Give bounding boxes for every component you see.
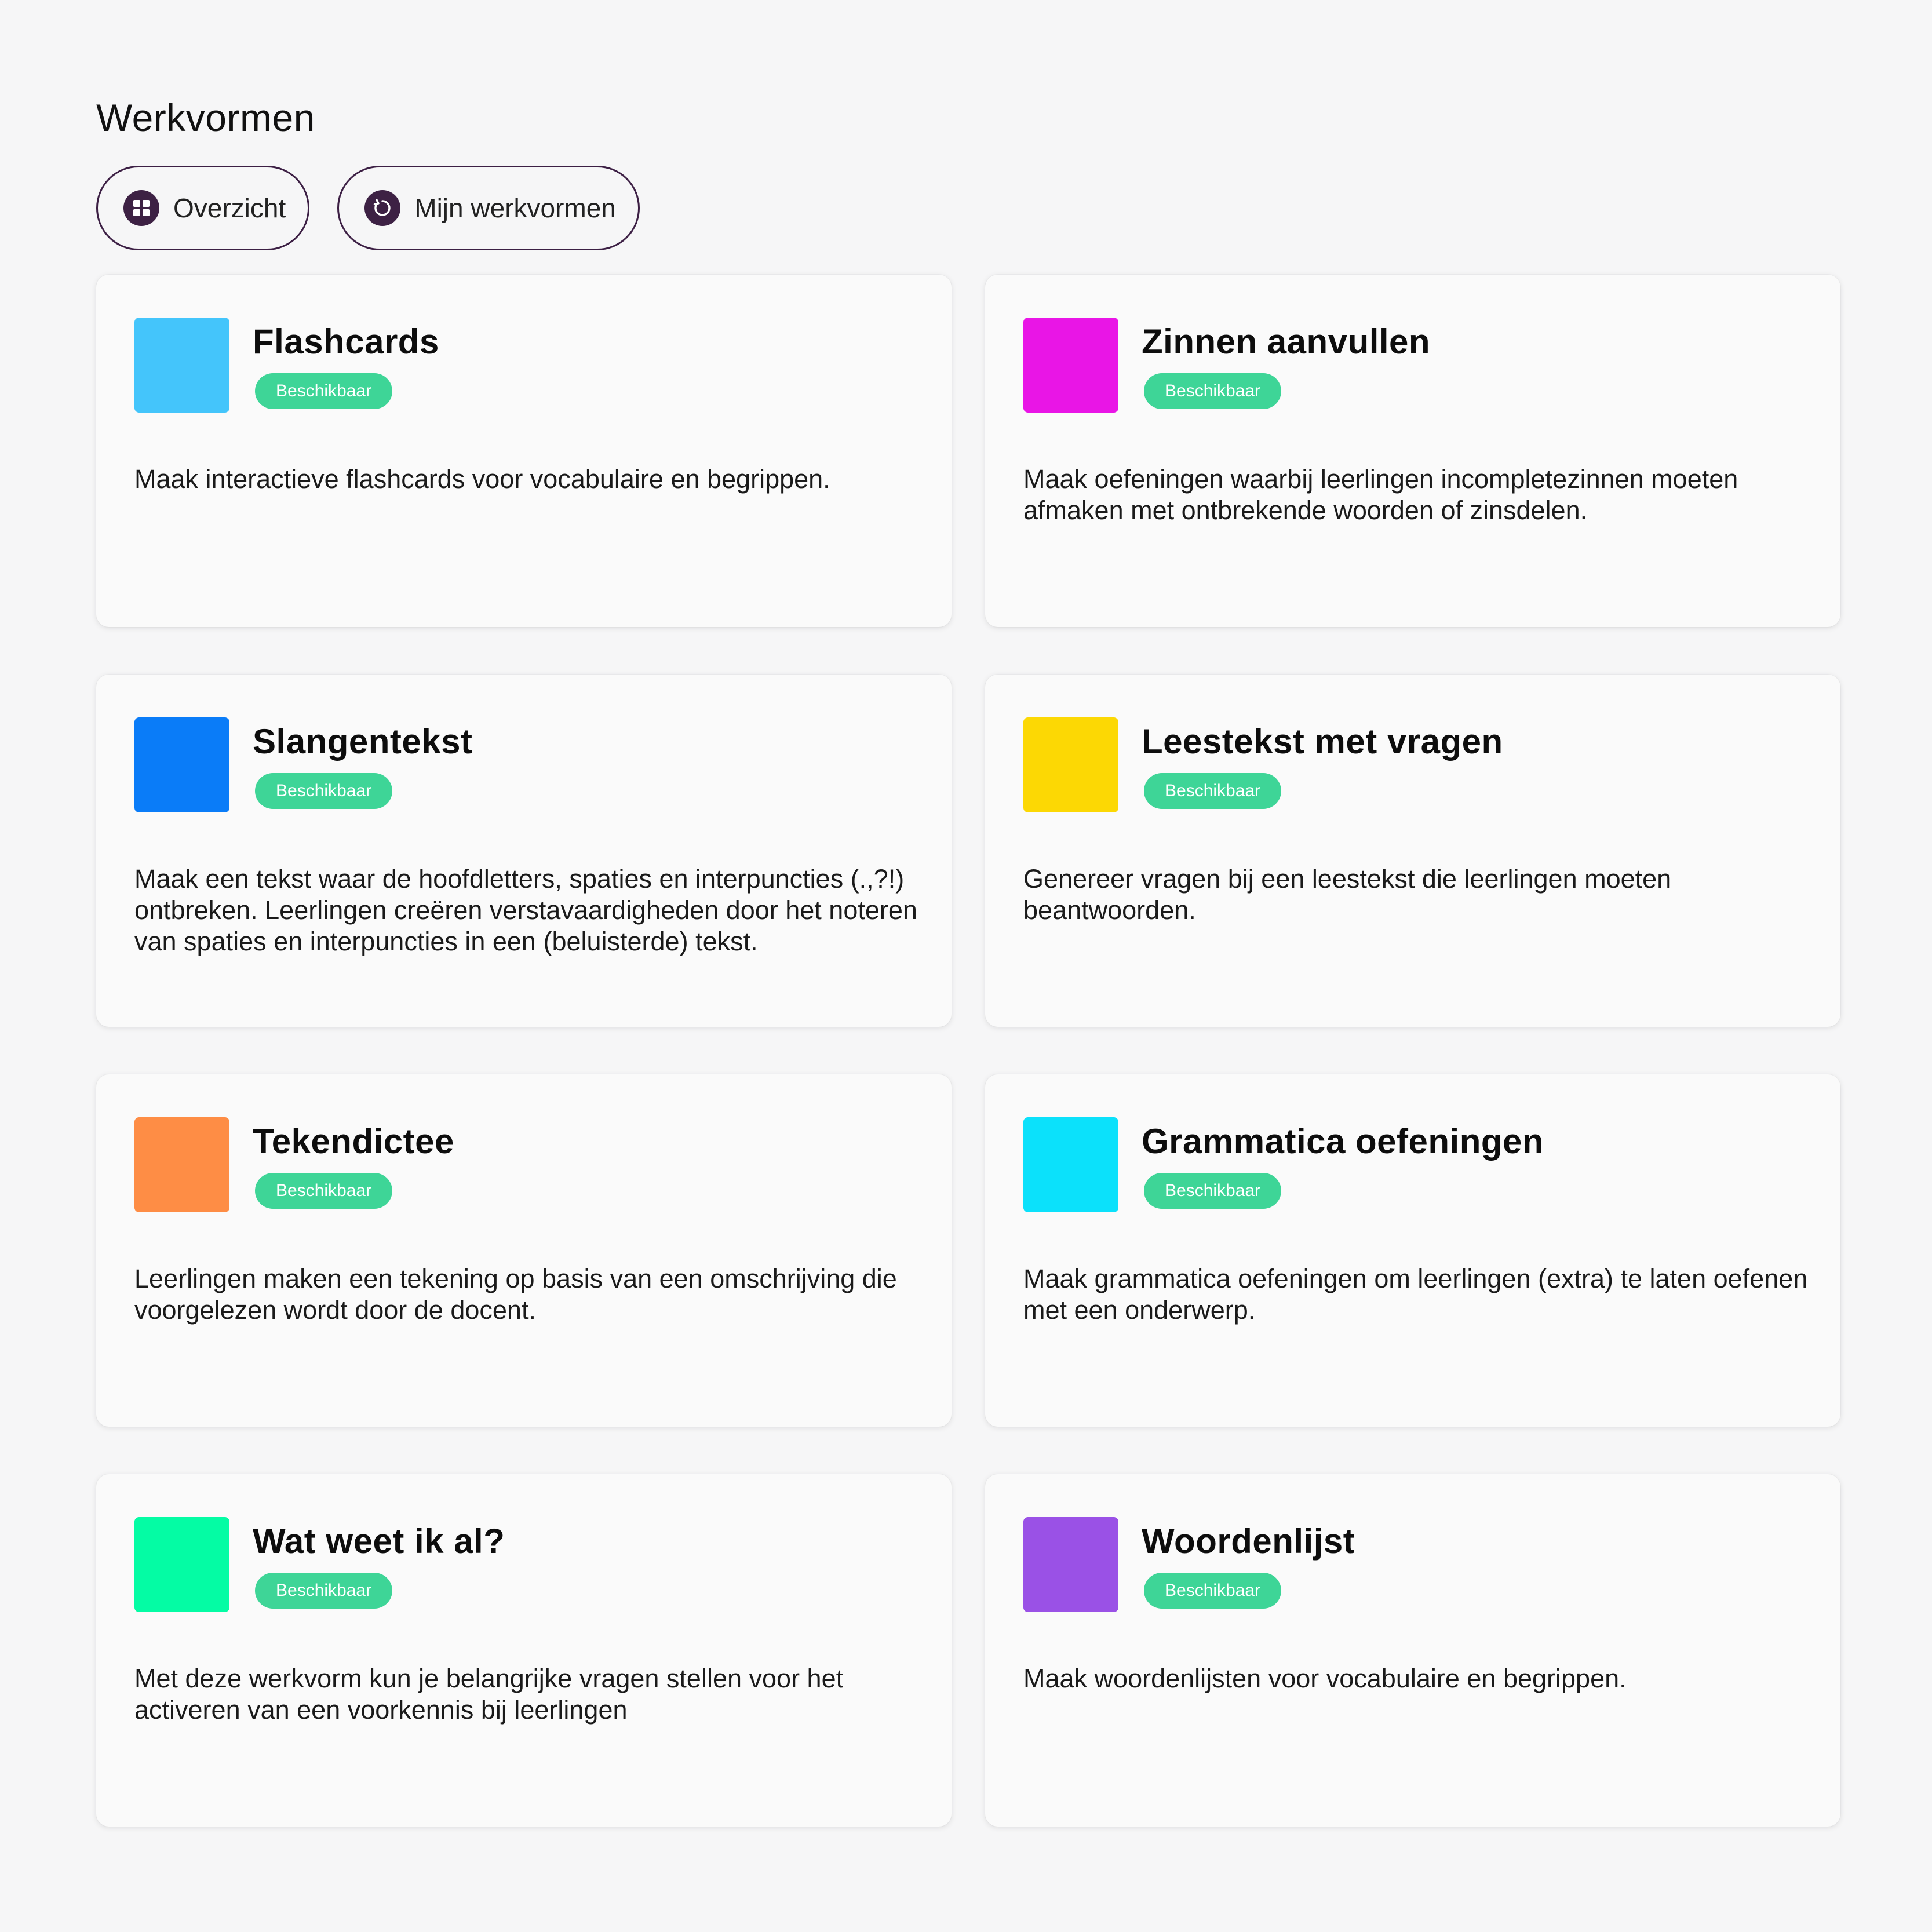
card-description: Maak oefeningen waarbij leerlingen incom… (1023, 464, 1738, 525)
card-color-swatch (1023, 717, 1118, 812)
overview-button-label: Overzicht (173, 193, 286, 223)
card-leestekst-met-vragen[interactable]: Leestekst met vragen Beschikbaar Generee… (985, 675, 1840, 1027)
card-color-swatch (134, 1117, 229, 1212)
card-color-swatch (134, 717, 229, 812)
card-color-swatch (1023, 318, 1118, 413)
card-title: Tekendictee (253, 1122, 454, 1161)
card-title: Slangentekst (253, 722, 473, 761)
card-title: Grammatica oefeningen (1142, 1122, 1544, 1161)
refresh-icon (364, 190, 401, 226)
card-description: Maak interactieve flashcards voor vocabu… (134, 464, 830, 494)
card-color-swatch (1023, 1517, 1118, 1612)
card-grammatica-oefeningen[interactable]: Grammatica oefeningen Beschikbaar Maak g… (985, 1074, 1840, 1427)
status-badge: Beschikbaar (255, 1173, 393, 1209)
card-title: Zinnen aanvullen (1142, 322, 1431, 361)
my-werkvormen-button[interactable]: Mijn werkvormen (337, 166, 640, 250)
card-description: Maak een tekst waar de hoofdletters, spa… (134, 864, 917, 956)
card-color-swatch (1023, 1117, 1118, 1212)
card-title: Wat weet ik al? (253, 1522, 505, 1561)
page: Werkvormen Overzicht Mijn werkvormen Fla… (96, 93, 1844, 1827)
page-title: Werkvormen (96, 96, 315, 139)
card-description: Maak woordenlijsten voor vocabulaire en … (1023, 1664, 1627, 1693)
card-flashcards[interactable]: Flashcards Beschikbaar Maak interactieve… (96, 275, 952, 627)
status-badge: Beschikbaar (1144, 1173, 1282, 1209)
card-color-swatch (134, 1517, 229, 1612)
card-description: Leerlingen maken een tekening op basis v… (134, 1264, 897, 1325)
werkvormen-grid: Flashcards Beschikbaar Maak interactieve… (96, 275, 1844, 1827)
card-zinnen-aanvullen[interactable]: Zinnen aanvullen Beschikbaar Maak oefeni… (985, 275, 1840, 627)
card-woordenlijst[interactable]: Woordenlijst Beschikbaar Maak woordenlij… (985, 1474, 1840, 1827)
card-description: Maak grammatica oefeningen om leerlingen… (1023, 1264, 1808, 1325)
card-title: Woordenlijst (1142, 1522, 1355, 1561)
grid-icon (123, 190, 159, 226)
card-description: Genereer vragen bij een leestekst die le… (1023, 864, 1672, 925)
status-badge: Beschikbaar (255, 773, 393, 809)
overview-button[interactable]: Overzicht (96, 166, 310, 250)
card-title: Flashcards (253, 322, 439, 361)
card-tekendictee[interactable]: Tekendictee Beschikbaar Leerlingen maken… (96, 1074, 952, 1427)
card-color-swatch (134, 318, 229, 413)
my-werkvormen-button-label: Mijn werkvormen (414, 193, 616, 223)
card-description: Met deze werkvorm kun je belangrijke vra… (134, 1664, 844, 1725)
card-title: Leestekst met vragen (1142, 722, 1503, 761)
card-wat-weet-ik-al[interactable]: Wat weet ik al? Beschikbaar Met deze wer… (96, 1474, 952, 1827)
status-badge: Beschikbaar (255, 1573, 393, 1609)
status-badge: Beschikbaar (255, 373, 393, 409)
status-badge: Beschikbaar (1144, 773, 1282, 809)
card-slangentekst[interactable]: Slangentekst Beschikbaar Maak een tekst … (96, 675, 952, 1027)
view-switcher: Overzicht Mijn werkvormen (96, 166, 1844, 250)
status-badge: Beschikbaar (1144, 1573, 1282, 1609)
status-badge: Beschikbaar (1144, 373, 1282, 409)
